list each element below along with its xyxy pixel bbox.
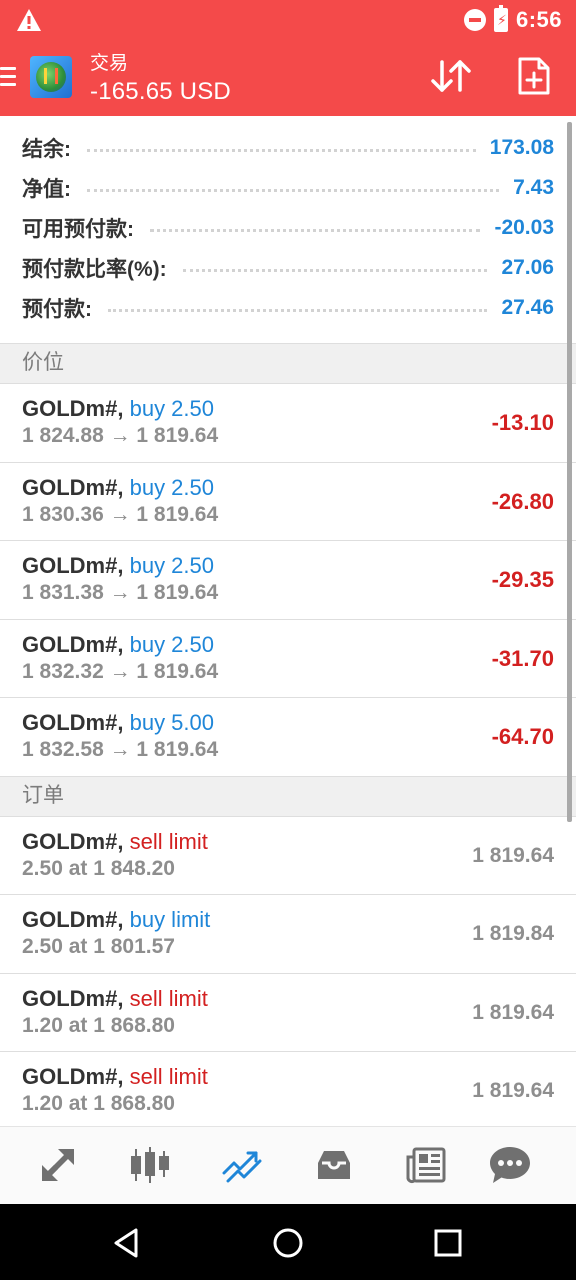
position-symbol: GOLDm#, (22, 474, 124, 500)
sort-icon[interactable] (428, 56, 474, 96)
position-row[interactable]: GOLDm#, buy 5.00 1 832.58 → 1 819.64 -64… (0, 698, 576, 777)
position-prices: 1 824.88 → 1 819.64 (22, 424, 219, 447)
position-row[interactable]: GOLDm#, buy 2.50 1 831.38 → 1 819.64 -29… (0, 541, 576, 620)
position-action: buy 2.50 (129, 396, 214, 421)
order-row[interactable]: GOLDm#, sell limit 1.20 at 1 868.80 1 81… (0, 1052, 576, 1126)
summary-value: -20.03 (494, 216, 554, 239)
summary-row-balance: 结余: 173.08 (0, 128, 576, 168)
summary-row-margin: 预付款: 27.46 (0, 288, 576, 328)
order-row[interactable]: GOLDm#, buy limit 2.50 at 1 801.57 1 819… (0, 895, 576, 974)
position-prices: 1 830.36 → 1 819.64 (22, 502, 219, 526)
new-order-icon[interactable] (516, 56, 552, 96)
position-prices: 1 831.38 → 1 819.64 (22, 581, 219, 604)
order-symbol: GOLDm#, (22, 828, 124, 854)
position-profit: -26.80 (491, 488, 554, 514)
order-detail: 2.50 at 1 801.57 (22, 935, 175, 958)
position-profit: -29.35 (491, 567, 554, 592)
summary-value: 7.43 (513, 176, 554, 199)
position-symbol: GOLDm#, (22, 553, 124, 578)
news-icon[interactable] (404, 1143, 448, 1187)
order-detail: 1.20 at 1 868.80 (22, 1013, 175, 1037)
chat-icon[interactable] (488, 1143, 532, 1187)
position-symbol: GOLDm#, (22, 710, 124, 735)
toolbar-balance: -165.65 USD (90, 78, 231, 105)
order-action: sell limit (129, 985, 208, 1011)
account-summary: 结余: 173.08 净值: 7.43 可用预付款: -20.03 预付款比率(… (0, 116, 576, 344)
order-detail: 2.50 at 1 848.20 (22, 856, 175, 880)
toolbar-title: 交易 (90, 53, 129, 74)
menu-icon[interactable] (0, 67, 16, 87)
summary-label: 预付款: (22, 298, 92, 321)
summary-row-equity: 净值: 7.43 (0, 168, 576, 208)
position-symbol: GOLDm#, (22, 631, 124, 657)
position-profit: -31.70 (491, 645, 554, 671)
summary-label: 净值: (22, 178, 71, 201)
trade-content[interactable]: 结余: 173.08 净值: 7.43 可用预付款: -20.03 预付款比率(… (0, 116, 576, 1126)
summary-label: 可用预付款: (22, 218, 134, 241)
position-profit: -13.10 (491, 410, 554, 435)
battery-charging-icon: ⚡ (493, 5, 508, 32)
back-icon[interactable] (110, 1226, 144, 1260)
position-prices: 1 832.32 → 1 819.64 (22, 659, 219, 683)
position-action: buy 2.50 (129, 553, 214, 578)
warning-icon (17, 9, 41, 31)
scrollbar[interactable] (567, 122, 572, 822)
order-symbol: GOLDm#, (22, 985, 124, 1011)
order-action: buy limit (129, 907, 211, 932)
order-current-price: 1 819.64 (472, 1000, 554, 1024)
summary-value: 173.08 (489, 136, 554, 159)
app-toolbar: 交易 -165.65 USD (0, 40, 576, 116)
quotes-icon[interactable] (36, 1143, 80, 1187)
orders-header: 订单 (0, 776, 576, 817)
recents-icon[interactable] (431, 1226, 465, 1260)
order-symbol: GOLDm#, (22, 1064, 124, 1089)
position-action: buy 2.50 (129, 474, 214, 500)
order-row[interactable]: GOLDm#, sell limit 2.50 at 1 848.20 1 81… (0, 817, 576, 895)
history-icon[interactable] (312, 1143, 356, 1187)
bottom-nav (0, 1126, 576, 1204)
home-icon[interactable] (271, 1226, 305, 1260)
order-symbol: GOLDm#, (22, 907, 124, 932)
summary-label: 预付款比率(%): (22, 258, 167, 281)
chart-icon[interactable] (128, 1143, 172, 1187)
order-current-price: 1 819.64 (472, 843, 554, 867)
do-not-disturb-icon (463, 9, 486, 31)
position-symbol: GOLDm#, (22, 396, 124, 421)
status-time: 6:56 (515, 7, 562, 32)
status-bar: ⚡ 6:56 (0, 0, 576, 40)
position-row[interactable]: GOLDm#, buy 2.50 1 830.36 → 1 819.64 -26… (0, 463, 576, 541)
metatrader-logo (30, 56, 72, 98)
order-action: sell limit (129, 1064, 208, 1089)
summary-value: 27.46 (501, 296, 554, 319)
trade-icon[interactable] (220, 1143, 264, 1187)
order-detail: 1.20 at 1 868.80 (22, 1092, 175, 1115)
position-row[interactable]: GOLDm#, buy 2.50 1 832.32 → 1 819.64 -31… (0, 620, 576, 698)
summary-label: 结余: (22, 138, 71, 161)
order-current-price: 1 819.64 (472, 1079, 554, 1102)
system-nav-bar (0, 1204, 576, 1280)
summary-row-free-margin: 可用预付款: -20.03 (0, 208, 576, 248)
order-row[interactable]: GOLDm#, sell limit 1.20 at 1 868.80 1 81… (0, 974, 576, 1052)
position-prices: 1 832.58 → 1 819.64 (22, 738, 219, 761)
position-profit: -64.70 (491, 724, 554, 749)
summary-value: 27.06 (501, 256, 554, 279)
position-action: buy 2.50 (129, 631, 214, 657)
order-action: sell limit (129, 828, 208, 854)
positions-header: 价位 (0, 344, 576, 384)
order-current-price: 1 819.84 (472, 922, 554, 945)
position-action: buy 5.00 (129, 710, 214, 735)
position-row[interactable]: GOLDm#, buy 2.50 1 824.88 → 1 819.64 -13… (0, 384, 576, 463)
summary-row-margin-level: 预付款比率(%): 27.06 (0, 248, 576, 288)
